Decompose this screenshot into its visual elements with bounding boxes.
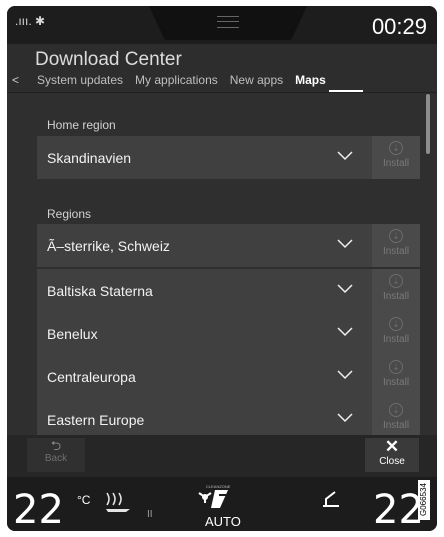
climate-bar: 22 °C II CLEANZONE AUTO 22 <box>7 477 437 531</box>
region-row[interactable]: Ã–sterrike, Schweiz ⇣ Install <box>37 224 420 267</box>
fan-level: II <box>147 509 153 520</box>
left-temperature[interactable]: 22 <box>13 487 64 531</box>
tab-system-updates[interactable]: System updates <box>37 73 123 87</box>
install-label: Install <box>382 334 410 345</box>
region-name: Centraleuropa <box>47 369 136 385</box>
regions-label: Regions <box>47 207 92 221</box>
close-button[interactable]: ✕ Close <box>365 438 419 472</box>
seat-icon[interactable] <box>318 489 344 511</box>
region-name: Benelux <box>47 326 98 342</box>
region-row[interactable]: Centraleuropa ⇣ Install <box>37 355 420 398</box>
home-region-label: Home region <box>47 118 116 132</box>
status-bar: .ııı. ✱ 00:29 <box>7 6 437 44</box>
close-icon: ✕ <box>384 437 400 456</box>
region-name: Ã–sterrike, Schweiz <box>47 238 170 254</box>
download-icon: ⇣ <box>389 403 403 417</box>
tab-maps[interactable]: Maps <box>295 73 326 87</box>
download-icon: ⇣ <box>389 141 403 155</box>
chevron-down-icon[interactable] <box>337 370 353 380</box>
fan-icon[interactable] <box>197 485 233 515</box>
right-temperature[interactable]: 22 <box>373 487 424 531</box>
back-button[interactable]: ⮌ Back <box>27 438 85 472</box>
tab-my-applications[interactable]: My applications <box>135 73 218 87</box>
install-button[interactable]: ⇣ Install <box>372 312 420 355</box>
maps-content: Home region Skandinavien ⇣ Install Regio… <box>7 93 437 441</box>
install-label: Install <box>382 246 410 257</box>
region-name: Baltiska Staterna <box>47 283 153 299</box>
drawer-handle-icon <box>217 16 239 28</box>
close-label: Close <box>379 456 405 467</box>
install-label: Install <box>382 158 410 169</box>
clock: 00:29 <box>371 14 427 39</box>
chevron-down-icon[interactable] <box>337 327 353 337</box>
chevron-down-icon[interactable] <box>337 239 353 249</box>
climate-mode[interactable]: AUTO <box>205 514 241 529</box>
download-icon: ⇣ <box>389 317 403 331</box>
install-button[interactable]: ⇣ Install <box>372 136 420 179</box>
chevron-down-icon[interactable] <box>337 151 353 161</box>
install-label: Install <box>382 291 410 302</box>
download-icon: ⇣ <box>389 360 403 374</box>
page-title: Download Center <box>35 49 182 70</box>
download-icon: ⇣ <box>389 274 403 288</box>
home-region-row[interactable]: Skandinavien ⇣ Install <box>37 136 420 179</box>
install-button[interactable]: ⇣ Install <box>372 355 420 398</box>
active-tab-indicator <box>329 90 363 92</box>
infotainment-screen: .ııı. ✱ 00:29 Download Center < System u… <box>7 6 437 531</box>
chevron-down-icon[interactable] <box>337 284 353 294</box>
download-center-header: Download Center < System updates My appl… <box>7 44 437 93</box>
home-region-name: Skandinavien <box>47 150 132 166</box>
top-drawer-handle[interactable] <box>149 6 307 40</box>
chevron-down-icon[interactable] <box>337 413 353 423</box>
seat-heating-icon[interactable] <box>103 491 133 513</box>
install-button[interactable]: ⇣ Install <box>372 224 420 267</box>
install-button[interactable]: ⇣ Install <box>372 269 420 312</box>
tab-bar: System updates My applications New apps … <box>37 73 326 87</box>
region-name: Eastern Europe <box>47 412 145 428</box>
image-code: G066534 <box>418 480 430 520</box>
scrollbar[interactable] <box>426 94 430 154</box>
install-label: Install <box>382 377 410 388</box>
region-row[interactable]: Benelux ⇣ Install <box>37 312 420 355</box>
install-label: Install <box>382 420 410 431</box>
signal-status: .ııı. ✱ <box>15 14 46 28</box>
back-arrow-icon: ⮌ <box>50 438 62 453</box>
tab-new-apps[interactable]: New apps <box>230 73 283 87</box>
region-row[interactable]: Baltiska Staterna ⇣ Install <box>37 269 420 312</box>
back-chevron-icon[interactable]: < <box>12 73 19 87</box>
temperature-unit: °C <box>77 493 91 507</box>
bottom-action-bar: ⮌ Back ✕ Close <box>7 435 437 477</box>
download-icon: ⇣ <box>389 229 403 243</box>
back-label: Back <box>44 453 68 464</box>
